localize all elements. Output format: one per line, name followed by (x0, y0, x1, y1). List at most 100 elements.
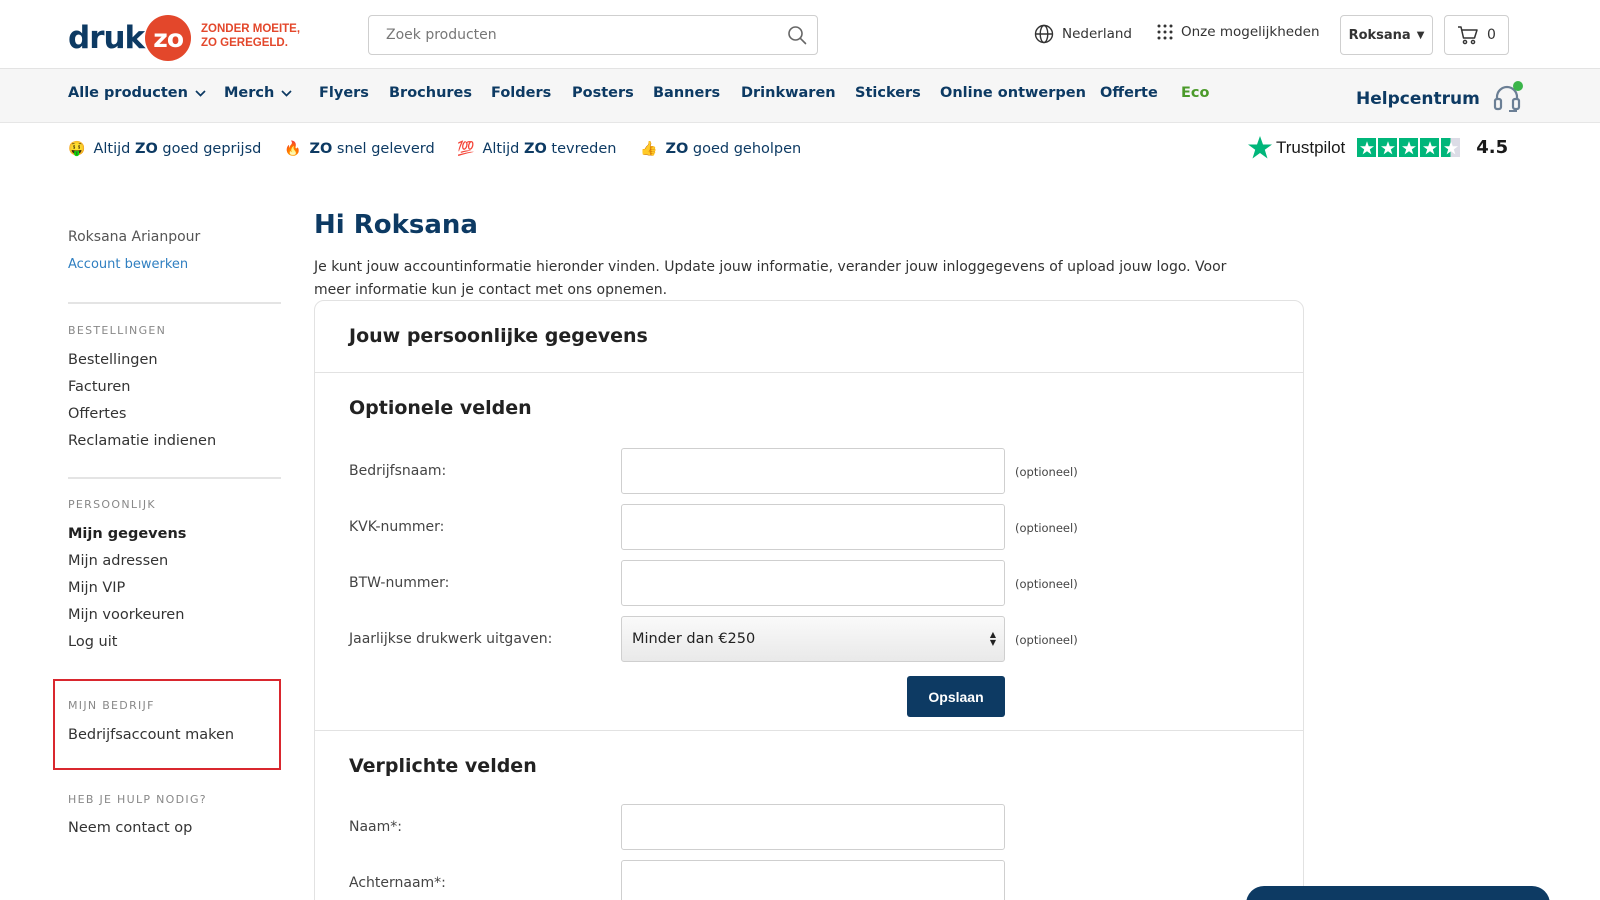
nav-label: Alle producten (68, 85, 188, 101)
save-button[interactable]: Opslaan (907, 676, 1005, 717)
company-name-label: Bedrijfsnaam: (349, 463, 447, 479)
nav-label: Merch (224, 85, 275, 101)
usp-text-bold: ZO (134, 141, 158, 157)
sidebar-item-offertes[interactable]: Offertes (68, 406, 126, 422)
site-header: druk zo ZONDER MOEITE, ZO GEREGELD. Nede… (0, 0, 1600, 69)
help-center-link[interactable]: Helpcentrum (1356, 81, 1523, 114)
online-status-dot (1512, 81, 1523, 91)
sidebar-divider (68, 477, 281, 479)
nav-banners[interactable]: Banners (653, 85, 720, 101)
vat-number-label: BTW-nummer: (349, 575, 450, 591)
globe-icon (1034, 24, 1054, 44)
nav-brochures[interactable]: Brochures (389, 85, 472, 101)
trustpilot-star-icon (1248, 136, 1272, 159)
cart-button[interactable]: 0 (1444, 15, 1509, 55)
print-spend-value: Minder dan €250 (632, 631, 756, 647)
sidebar-item-bedrijfsaccount-maken[interactable]: Bedrijfsaccount maken (68, 727, 234, 743)
card-header: Jouw persoonlijke gegevens (315, 301, 1303, 373)
required-section-title: Verplichte velden (349, 755, 537, 777)
options-menu[interactable]: Onze mogelijkheden (1157, 24, 1320, 40)
nav-folders[interactable]: Folders (491, 85, 551, 101)
nav-offerte[interactable]: Offerte (1100, 85, 1158, 101)
usp-item: 🔥 ZO snel geleverd (284, 141, 435, 157)
usp-text-post: goed geholpen (688, 141, 802, 157)
search-input[interactable] (369, 16, 769, 54)
optional-note: (optioneel) (1015, 465, 1078, 479)
star-icon (1357, 138, 1377, 157)
select-arrows-icon: ▲ ▼ (989, 630, 996, 647)
half-star-icon (1441, 138, 1461, 157)
usp-item: 🤑 Altijd ZO goed geprijsd (68, 141, 261, 157)
nav-posters[interactable]: Posters (572, 85, 634, 101)
chevron-down-icon (281, 89, 292, 97)
tagline-line-1: ZONDER MOEITE, (201, 23, 301, 35)
nav-flyers[interactable]: Flyers (319, 85, 369, 101)
nav-all-products[interactable]: Alle producten (68, 85, 206, 101)
thumbs-up-icon: 👍 (640, 141, 658, 157)
cart-count: 0 (1487, 27, 1496, 43)
site-logo[interactable]: druk zo (68, 14, 192, 62)
usp-text-pre: Altijd (93, 141, 135, 157)
options-label: Onze mogelijkheden (1181, 24, 1320, 40)
search-box (368, 15, 818, 55)
trustpilot-stars (1357, 138, 1462, 157)
nav-merch[interactable]: Merch (224, 85, 292, 101)
sidebar-item-mijn-adressen[interactable]: Mijn adressen (68, 553, 168, 569)
country-selector[interactable]: Nederland (1034, 24, 1132, 44)
sidebar-item-neem-contact-op[interactable]: Neem contact op (68, 820, 192, 836)
sidebar-heading-personal: PERSOONLIJK (68, 498, 156, 511)
nav-stickers[interactable]: Stickers (855, 85, 921, 101)
tagline-line-2: ZO GEREGELD. (201, 37, 288, 49)
sidebar-item-facturen[interactable]: Facturen (68, 379, 131, 395)
sidebar-item-mijn-vip[interactable]: Mijn VIP (68, 580, 125, 596)
user-name: Roksana (1348, 27, 1411, 43)
sidebar-heading-orders: BESTELLINGEN (68, 324, 167, 337)
kvk-number-input[interactable] (621, 504, 1005, 550)
search-icon[interactable] (787, 25, 807, 45)
sidebar-item-mijn-gegevens[interactable]: Mijn gegevens (68, 526, 186, 542)
last-name-label: Achternaam*: (349, 875, 446, 891)
nav-online-ontwerpen[interactable]: Online ontwerpen (940, 85, 1086, 101)
usp-item: 👍 ZO goed geholpen (640, 141, 801, 157)
card-title: Jouw persoonlijke gegevens (349, 325, 648, 347)
sidebar-item-mijn-voorkeuren[interactable]: Mijn voorkeuren (68, 607, 184, 623)
sidebar-item-bestellingen[interactable]: Bestellingen (68, 352, 158, 368)
usp-text-pre: Altijd (482, 141, 524, 157)
user-menu-button[interactable]: Roksana ▼ (1340, 15, 1433, 55)
sidebar-divider (68, 302, 281, 304)
star-icon (1420, 138, 1440, 157)
trustpilot-rating[interactable]: Trustpilot 4.5 (1248, 136, 1508, 159)
edit-account-link[interactable]: Account bewerken (68, 257, 188, 272)
usp-item: 💯 Altijd ZO tevreden (457, 141, 616, 157)
last-name-input[interactable] (621, 860, 1005, 900)
sidebar-user-name: Roksana Arianpour (68, 229, 201, 245)
nav-eco[interactable]: Eco (1181, 85, 1209, 101)
usp-text-post: goed geprijsd (157, 141, 262, 157)
main-nav: Alle producten Merch Flyers Brochures Fo… (0, 69, 1600, 123)
chat-widget-tab[interactable] (1246, 886, 1550, 900)
vat-number-input[interactable] (621, 560, 1005, 606)
usp-text-post: tevreden (546, 141, 617, 157)
page-title: Hi Roksana (314, 210, 478, 240)
intro-text: Je kunt jouw accountinformatie hieronder… (314, 259, 1227, 298)
section-divider (315, 730, 1303, 731)
nav-drinkwaren[interactable]: Drinkwaren (741, 85, 836, 101)
first-name-label: Naam*: (349, 819, 402, 835)
optional-note: (optioneel) (1015, 577, 1078, 591)
headset-icon (1492, 81, 1523, 114)
print-spend-select[interactable]: Minder dan €250 ▲ ▼ (621, 616, 1005, 662)
usp-bar: 🤑 Altijd ZO goed geprijsd 🔥 ZO snel gele… (0, 123, 1600, 179)
star-icon (1399, 138, 1419, 157)
print-spend-label: Jaarlijkse drukwerk uitgaven: (349, 631, 553, 647)
usp-text-bold: ZO (665, 141, 689, 157)
sidebar-item-log-uit[interactable]: Log uit (68, 634, 117, 650)
grid-icon (1157, 24, 1173, 40)
sidebar-heading-company: MIJN BEDRIJF (68, 699, 155, 712)
usp-text-bold: ZO (523, 141, 547, 157)
first-name-input[interactable] (621, 804, 1005, 850)
chevron-down-icon (195, 89, 206, 97)
sidebar-item-reclamatie[interactable]: Reclamatie indienen (68, 433, 216, 449)
site-tagline: ZONDER MOEITE, ZO GEREGELD. (201, 22, 300, 50)
usp-text-post: snel geleverd (332, 141, 435, 157)
company-name-input[interactable] (621, 448, 1005, 494)
